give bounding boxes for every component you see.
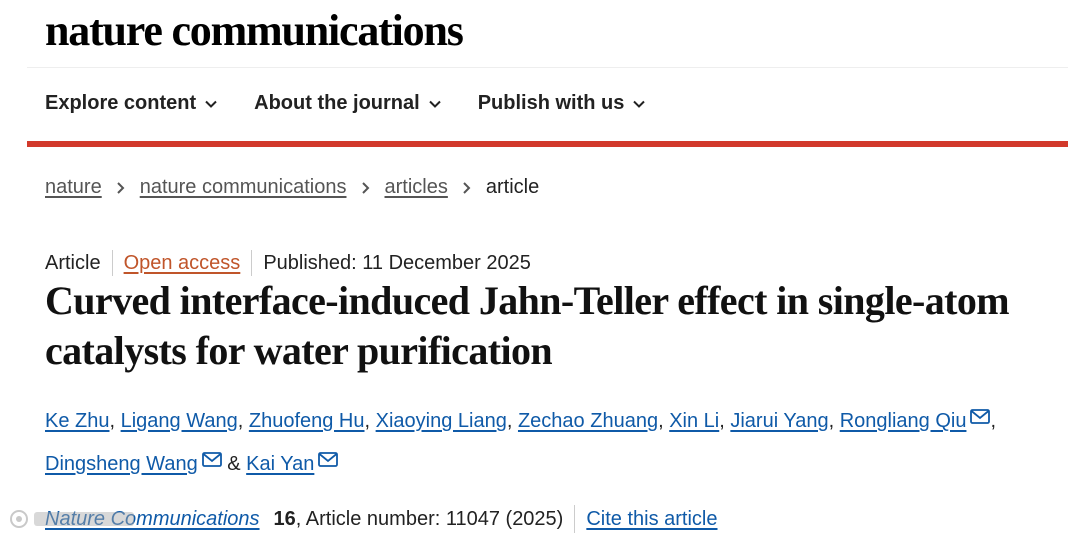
- main-nav: Explore content About the journal Publis…: [45, 92, 646, 115]
- nav-explore-content[interactable]: Explore content: [45, 92, 218, 115]
- chevron-right-icon: [117, 181, 125, 194]
- nav-about-journal[interactable]: About the journal: [254, 92, 442, 115]
- nav-about-label: About the journal: [254, 92, 420, 114]
- author-link[interactable]: Jiarui Yang: [730, 410, 828, 432]
- author-link[interactable]: Ke Zhu: [45, 410, 109, 432]
- published-date: Published: 11 December 2025: [263, 251, 531, 274]
- cite-this-article-link[interactable]: Cite this article: [586, 508, 717, 531]
- author-link[interactable]: Dingsheng Wang: [45, 453, 198, 475]
- header-divider: [27, 67, 1068, 68]
- mail-icon[interactable]: [970, 409, 991, 424]
- article-type: Article: [45, 251, 101, 274]
- mail-icon[interactable]: [318, 452, 339, 467]
- nav-explore-label: Explore content: [45, 92, 197, 114]
- author-link[interactable]: Xiaoying Liang: [376, 410, 507, 432]
- breadcrumb: nature nature communications articles ar…: [45, 176, 539, 199]
- author-link[interactable]: Kai Yan: [246, 453, 314, 475]
- chevron-right-icon: [361, 181, 369, 194]
- author-link[interactable]: Xin Li: [669, 410, 719, 432]
- article-meta: Article Open access Published: 11 Decemb…: [45, 250, 531, 276]
- meta-divider: [111, 250, 113, 276]
- watermark-icon: [10, 510, 134, 528]
- chevron-down-icon: [428, 100, 441, 108]
- article-number: , Article number: 11047 (2025): [295, 507, 564, 530]
- citation-line: Nature Communications 16 , Article numbe…: [45, 505, 718, 533]
- volume-number: 16: [273, 507, 296, 530]
- breadcrumb-current: article: [485, 176, 540, 198]
- author-list: Ke Zhu, Ligang Wang, Zhuofeng Hu, Xiaoyi…: [45, 409, 997, 475]
- journal-logo[interactable]: nature communications: [45, 5, 464, 56]
- chevron-down-icon: [633, 100, 646, 108]
- author-link[interactable]: Rongliang Qiu: [840, 410, 967, 432]
- nav-publish-label: Publish with us: [477, 92, 625, 114]
- open-access-link[interactable]: Open access: [124, 252, 241, 275]
- article-title: Curved interface-induced Jahn-Teller eff…: [45, 278, 1010, 373]
- author-link[interactable]: Zechao Zhuang: [518, 410, 658, 432]
- breadcrumb-nature[interactable]: nature: [45, 176, 102, 199]
- citation-divider: [574, 505, 576, 533]
- author-link[interactable]: Ligang Wang: [121, 410, 238, 432]
- meta-divider: [251, 250, 253, 276]
- breadcrumb-nature-communications[interactable]: nature communications: [140, 176, 347, 199]
- mail-icon[interactable]: [201, 452, 222, 467]
- chevron-right-icon: [463, 181, 471, 194]
- chevron-down-icon: [205, 100, 217, 108]
- accent-bar: [27, 141, 1068, 147]
- nav-publish[interactable]: Publish with us: [478, 92, 647, 115]
- author-link[interactable]: Zhuofeng Hu: [249, 410, 365, 432]
- breadcrumb-articles[interactable]: articles: [385, 176, 448, 199]
